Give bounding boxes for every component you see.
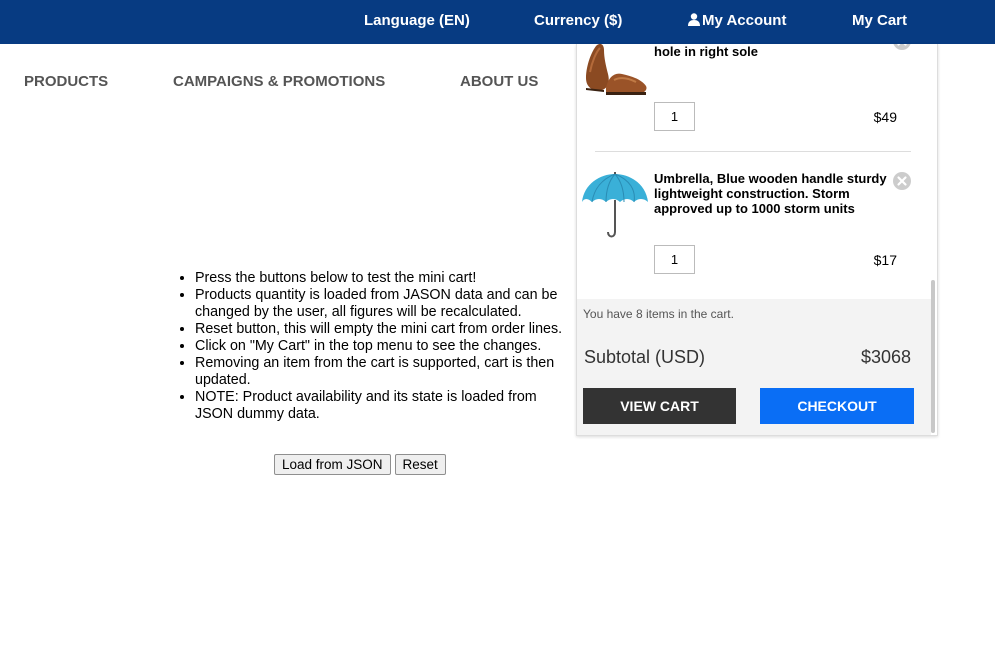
quantity-input[interactable]: [654, 245, 695, 274]
language-selector[interactable]: Language (EN): [364, 12, 470, 29]
subtotal-value: $3068: [860, 347, 911, 367]
umbrella-icon: [582, 172, 648, 238]
currency-selector[interactable]: Currency ($): [534, 12, 622, 29]
mini-cart: hole in right sole $49 Umbrella, Blue wo…: [576, 44, 938, 436]
cart-item-price: $49: [873, 109, 897, 125]
instruction-item: NOTE: Product availability and its state…: [195, 389, 565, 423]
checkout-button[interactable]: CHECKOUT: [760, 388, 914, 424]
cart-item: hole in right sole $49: [577, 44, 927, 138]
instructions-list: Press the buttons below to test the mini…: [175, 270, 565, 423]
my-account-link[interactable]: My Account: [688, 12, 786, 29]
my-account-label: My Account: [702, 12, 787, 29]
quantity-input[interactable]: [654, 102, 695, 131]
cart-summary: You have 8 items in the cart. Subtotal (…: [577, 299, 931, 435]
instructions: Press the buttons below to test the mini…: [175, 270, 565, 423]
instruction-item: Removing an item from the cart is suppor…: [195, 355, 565, 389]
item-divider: [595, 151, 911, 152]
mini-cart-scrollbar[interactable]: [931, 280, 935, 433]
reset-button[interactable]: Reset: [394, 454, 446, 475]
my-cart-link[interactable]: My Cart: [852, 12, 907, 29]
instruction-item: Products quantity is loaded from JASON d…: [195, 287, 565, 321]
subtotal-label: Subtotal (USD): [584, 347, 706, 367]
instruction-item: Press the buttons below to test the mini…: [195, 270, 565, 287]
cart-item-name: hole in right sole: [654, 44, 759, 59]
user-icon: [688, 13, 700, 26]
instruction-item: Reset button, this will empty the mini c…: [195, 321, 565, 338]
load-from-json-button[interactable]: Load from JSON: [274, 454, 391, 475]
cart-item: Umbrella, Blue wooden handle sturdy ligh…: [577, 170, 927, 280]
view-cart-button[interactable]: VIEW CART: [583, 388, 736, 424]
brown-shoes-icon: [586, 44, 647, 95]
instruction-item: Click on "My Cart" in the top menu to se…: [195, 338, 565, 355]
top-bar: Language (EN) Currency ($) My Account My…: [0, 0, 995, 44]
nav-products[interactable]: PRODUCTS: [24, 73, 108, 90]
cart-item-name: Umbrella, Blue wooden handle sturdy ligh…: [654, 171, 887, 216]
cart-items-count: You have 8 items in the cart.: [583, 307, 734, 321]
remove-item-icon[interactable]: [893, 172, 911, 190]
nav-campaigns-promotions[interactable]: CAMPAIGNS & PROMOTIONS: [173, 73, 385, 90]
test-buttons: Load from JSON Reset: [274, 454, 446, 475]
cart-item-price: $17: [873, 252, 897, 268]
nav-about-us[interactable]: ABOUT US: [460, 73, 538, 90]
remove-item-icon[interactable]: [893, 44, 911, 50]
